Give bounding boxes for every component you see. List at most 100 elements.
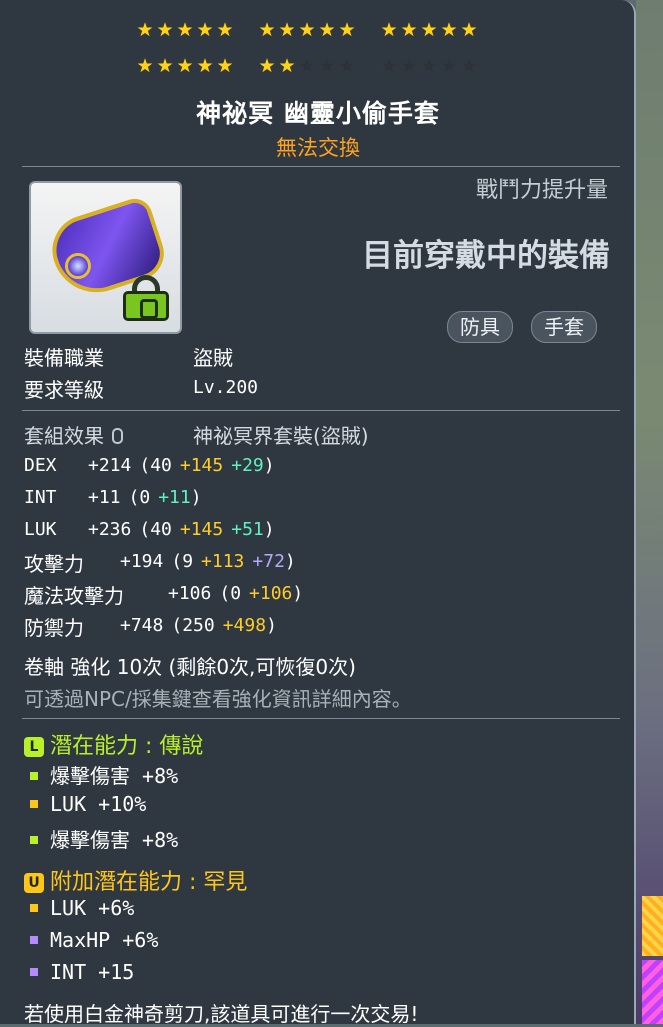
star-group: ★ ★ ★ ★ ★: [135, 56, 235, 78]
stat-name: 防禦力: [24, 616, 84, 640]
potential-text: 爆擊傷害 +8%: [50, 764, 179, 788]
item-icon-frame: [29, 181, 182, 334]
star-filled-icon: ★: [380, 19, 398, 41]
stat-close: ): [263, 519, 275, 540]
stat-star: +11: [158, 487, 191, 508]
star-empty-icon: ★: [380, 55, 398, 77]
star-group: ★ ★ ★ ★ ★: [257, 56, 357, 78]
stat-flame: +145: [179, 519, 224, 540]
stat-value: +214 (40 +145 +29): [88, 455, 275, 476]
potential-text: INT +15: [50, 960, 135, 984]
star-filled-icon: ★: [278, 55, 296, 77]
stat-total: +11: [88, 487, 121, 508]
potential-separator: :: [138, 734, 160, 759]
divider: [22, 410, 620, 411]
star-filled-icon: ★: [136, 55, 154, 77]
additional-potential-header: U 附加潛在能力 : 罕見: [24, 864, 247, 896]
star-filled-icon: ★: [196, 55, 214, 77]
star-filled-icon: ★: [156, 19, 174, 41]
level-value: Lv.200: [193, 377, 259, 398]
tag-gloves: 手套: [531, 311, 597, 343]
star-filled-icon: ★: [318, 19, 336, 41]
gem-icon: [65, 253, 91, 279]
potential-text: LUK +10%: [50, 792, 147, 816]
star-empty-icon: ★: [400, 55, 418, 77]
stat-total: +236: [88, 519, 132, 540]
star-empty-icon: ★: [420, 55, 438, 77]
lock-icon: [112, 428, 123, 444]
scroll-info: 卷軸 強化 10次 (剩餘0次,可恢復0次): [24, 655, 356, 679]
bullet-icon: [30, 904, 38, 912]
potential-line: MaxHP +6%: [30, 928, 158, 952]
potential-header: L 潛在能力 : 傳說: [24, 728, 203, 760]
scroll-hint: 可透過NPC/採集鍵查看強化資訊詳細內容。: [24, 687, 412, 711]
star-force-row-1: ★ ★ ★ ★ ★ ★ ★ ★ ★ ★ ★ ★ ★ ★ ★: [135, 20, 501, 42]
star-empty-icon: ★: [318, 55, 336, 77]
potential-grade: 傳說: [159, 734, 204, 759]
star-filled-icon: ★: [440, 19, 458, 41]
star-filled-icon: ★: [216, 55, 234, 77]
stat-name: 魔法攻擊力: [24, 584, 124, 608]
star-filled-icon: ★: [136, 19, 154, 41]
stat-close: ): [266, 615, 277, 636]
star-filled-icon: ★: [460, 19, 478, 41]
star-filled-icon: ★: [278, 19, 296, 41]
job-label: 裝備職業: [24, 346, 104, 370]
potential-line: LUK +10%: [30, 792, 146, 816]
stat-total: +106: [168, 583, 212, 604]
unique-badge-icon: U: [24, 873, 44, 893]
potential-line: LUK +6%: [30, 896, 134, 920]
stat-value: +11 (0 +11): [88, 487, 202, 508]
star-group: ★ ★ ★ ★ ★: [379, 56, 479, 78]
stat-total: +194: [120, 551, 164, 572]
legendary-badge-icon: L: [24, 737, 44, 757]
potential-text: LUK +6%: [50, 896, 135, 920]
additional-potential-separator: :: [182, 870, 204, 895]
potential-line: INT +15: [30, 960, 134, 984]
item-name: 神祕冥 幽靈小偷手套: [196, 99, 440, 128]
additional-potential-label: 附加潛在能力: [50, 870, 183, 895]
stat-star: +51: [231, 519, 264, 540]
potential-label: 潛在能力: [50, 734, 139, 759]
star-filled-icon: ★: [338, 19, 356, 41]
star-filled-icon: ★: [196, 19, 214, 41]
star-filled-icon: ★: [156, 55, 174, 77]
set-effect-row: 套組效果: [24, 420, 123, 449]
green-lock-icon: [123, 275, 169, 321]
stat-flame: +113: [201, 551, 245, 572]
stat-name: 攻擊力: [24, 552, 84, 576]
stat-base: (250: [171, 615, 215, 636]
stat-flame: +106: [249, 583, 293, 604]
star-filled-icon: ★: [216, 19, 234, 41]
stat-flame: +498: [222, 615, 267, 636]
star-filled-icon: ★: [420, 19, 438, 41]
bullet-icon: [30, 968, 38, 976]
star-group: ★ ★ ★ ★ ★: [379, 20, 479, 42]
bullet-icon: [30, 772, 38, 780]
stat-star: +72: [252, 551, 285, 572]
stat-base: (40: [139, 455, 172, 476]
set-effect-value: 神祕冥界套裝(盜賊): [193, 424, 369, 448]
stat-close: ): [284, 551, 296, 572]
bullet-icon: [30, 800, 38, 808]
level-label: 要求等級: [24, 378, 104, 402]
stat-close: ): [190, 487, 202, 508]
currently-equipped-label: 目前穿戴中的裝備: [362, 238, 610, 274]
star-filled-icon: ★: [258, 55, 276, 77]
star-empty-icon: ★: [460, 55, 478, 77]
set-effect-label: 套組效果: [24, 424, 104, 448]
star-group: ★ ★ ★ ★ ★: [135, 20, 235, 42]
job-row: 裝備職業: [24, 342, 104, 371]
stat-base: (40: [139, 519, 172, 540]
bullet-icon: [30, 936, 38, 944]
star-empty-icon: ★: [338, 55, 356, 77]
stat-base: (9: [171, 551, 194, 572]
star-filled-icon: ★: [176, 19, 194, 41]
star-group: ★ ★ ★ ★ ★: [257, 20, 357, 42]
stat-value: +194 (9 +113 +72): [120, 551, 296, 572]
star-filled-icon: ★: [258, 19, 276, 41]
star-force-row-2: ★ ★ ★ ★ ★ ★ ★ ★ ★ ★ ★ ★ ★ ★ ★: [135, 56, 501, 78]
item-tooltip: ★ ★ ★ ★ ★ ★ ★ ★ ★ ★ ★ ★ ★ ★ ★ ★ ★ ★ ★ ★ ★ ★ ★ ★ ★ ★ ★ ★ ★ ★ 神祕冥 幽靈小偷…: [0, 0, 636, 1026]
star-empty-icon: ★: [440, 55, 458, 77]
star-filled-icon: ★: [400, 19, 418, 41]
